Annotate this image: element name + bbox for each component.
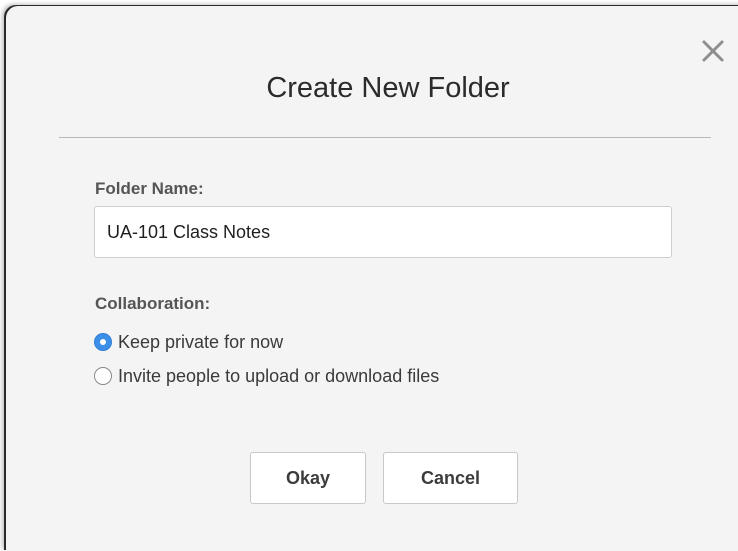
close-icon (702, 40, 724, 62)
cancel-button[interactable]: Cancel (383, 452, 518, 504)
radio-invite-people-label: Invite people to upload or download file… (118, 365, 440, 386)
radio-keep-private-label: Keep private for now (118, 331, 284, 352)
collaboration-label: Collaboration: (95, 294, 211, 313)
okay-button[interactable]: Okay (250, 452, 366, 504)
create-folder-dialog: Create New Folder Folder Name: Collabora… (6, 6, 738, 551)
radio-selected-icon[interactable] (94, 333, 112, 351)
radio-invite-people[interactable]: Invite people to upload or download file… (94, 364, 439, 388)
dialog-title: Create New Folder (266, 72, 510, 104)
folder-name-label: Folder Name: (95, 179, 204, 198)
title-divider (59, 137, 711, 138)
radio-keep-private[interactable]: Keep private for now (94, 330, 283, 354)
folder-name-input[interactable] (94, 206, 672, 258)
close-button[interactable] (696, 34, 730, 68)
radio-unselected-icon[interactable] (94, 367, 112, 385)
